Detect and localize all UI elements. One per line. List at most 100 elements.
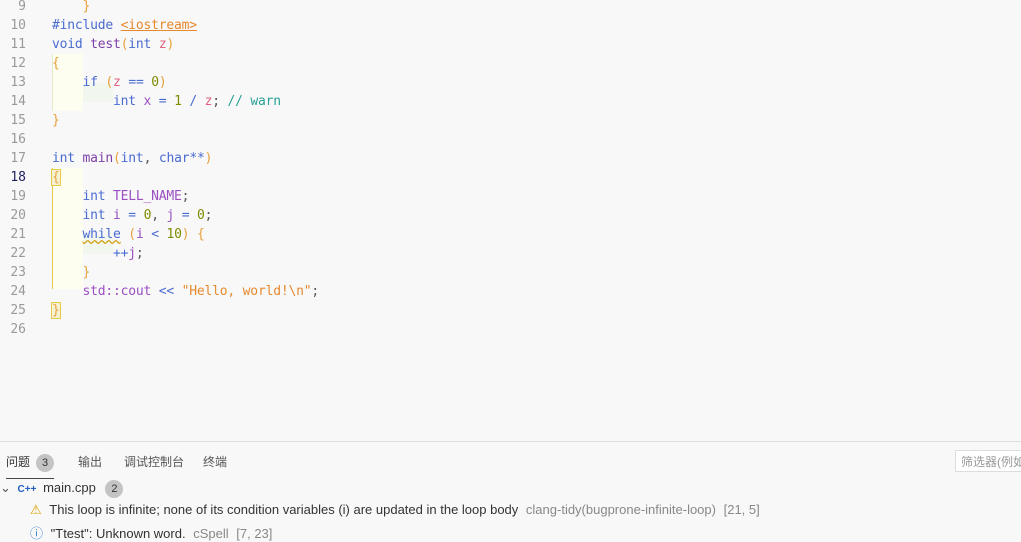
file-problem-count: 2 — [105, 480, 124, 498]
problem-item[interactable]: ⚠ This loop is infinite; none of its con… — [30, 502, 760, 518]
code-token: // warn — [227, 94, 282, 109]
tab-label: 问题 — [6, 455, 31, 469]
code-text: { — [51, 168, 61, 187]
code-token: } — [82, 0, 91, 14]
line-number: 22 — [10, 246, 26, 261]
code-token: } — [82, 265, 91, 280]
code-token: == — [120, 75, 152, 90]
code-token: int — [82, 208, 114, 223]
code-text: while (i < 10) { — [52, 225, 205, 244]
code-token: } — [51, 302, 61, 319]
line-number: 23 — [10, 265, 26, 280]
code-token: 1 — [174, 94, 182, 109]
code-token: 10 — [166, 227, 182, 242]
code-token: i — [135, 227, 144, 242]
code-token: #include — [52, 18, 121, 33]
file-name: main.cpp — [43, 480, 96, 495]
code-token: , — [143, 151, 159, 166]
problem-item[interactable]: ⓘ "Ttest": Unknown word. cSpell [7, 23] — [30, 523, 272, 542]
code-text: if (z == 0) — [52, 73, 167, 92]
line-number: 10 — [10, 18, 26, 33]
tab-problems[interactable]: 问题 3 — [6, 453, 55, 479]
line-number: 16 — [10, 132, 26, 147]
tab-output[interactable]: 输出 — [78, 453, 102, 470]
code-token: << — [151, 284, 182, 299]
tab-debug-console[interactable]: 调试控制台 — [124, 453, 184, 470]
code-token: z — [113, 75, 121, 90]
line-number: 17 — [10, 151, 26, 166]
problem-message: "Ttest": Unknown word. — [50, 526, 186, 541]
code-token: ( — [113, 151, 121, 166]
info-icon: ⓘ — [30, 526, 44, 541]
line-number: 21 — [10, 227, 26, 242]
code-token: i — [113, 208, 121, 223]
code-token: while — [82, 227, 121, 242]
code-token: = — [120, 208, 144, 223]
problem-message: This loop is infinite; none of its condi… — [49, 502, 519, 517]
code-token: std::cout — [82, 284, 152, 299]
code-text: int main(int, char**) — [52, 149, 212, 168]
code-token: = — [174, 208, 197, 223]
code-editor[interactable]: 9 } 10 #include <iostream> 11 void test(int … — [0, 0, 1021, 441]
code-text: } — [52, 263, 91, 282]
line-number: 20 — [10, 208, 26, 223]
bottom-panel: 问题 3 输出 调试控制台 终端 筛选器(例如 ⌄ C++ main.cpp 2 … — [0, 441, 1021, 541]
code-token: int — [52, 151, 83, 166]
code-token: } — [52, 113, 60, 128]
code-token: main — [82, 151, 114, 166]
code-text: { — [52, 54, 60, 73]
code-token: test — [90, 37, 121, 52]
code-token: ; — [212, 94, 228, 109]
code-token: j — [166, 208, 175, 223]
code-token: 0 — [197, 208, 205, 223]
code-text: ++j; — [52, 244, 144, 263]
filter-input[interactable]: 筛选器(例如 — [955, 450, 1021, 472]
line-number: 25 — [10, 303, 26, 318]
code-token: char — [158, 151, 190, 166]
code-token: int — [82, 189, 114, 204]
code-token: TELL_NAME — [113, 189, 182, 204]
code-token: j — [128, 246, 136, 261]
code-token: "Hello, world!\n" — [181, 284, 312, 299]
line-number: 9 — [18, 0, 26, 14]
line-number: 13 — [10, 75, 26, 90]
code-token: if — [82, 75, 106, 90]
code-token: / — [181, 94, 205, 109]
code-token: ) — [204, 151, 213, 166]
code-text: } — [52, 111, 60, 130]
file-group-row[interactable]: ⌄ C++ main.cpp 2 — [0, 480, 124, 498]
code-token: int — [120, 151, 144, 166]
code-token: < — [143, 227, 167, 242]
code-text: #include <iostream> — [52, 16, 197, 35]
code-token: ; — [135, 246, 144, 261]
code-token: int — [128, 37, 159, 52]
line-number: 12 — [10, 56, 26, 71]
line-number: 24 — [10, 284, 26, 299]
code-token: ** — [189, 151, 205, 166]
code-text: std::cout << "Hello, world!\n"; — [52, 282, 320, 301]
code-token: <iostream> — [120, 18, 197, 33]
code-token: , — [151, 208, 167, 223]
problem-source: cSpell — [193, 526, 229, 541]
tab-terminal[interactable]: 终端 — [203, 453, 227, 470]
problem-position: [21, 5] — [723, 502, 760, 517]
line-number: 18 — [10, 170, 26, 185]
code-token: { — [51, 169, 61, 186]
code-token: void — [52, 37, 91, 52]
code-token: ; — [311, 284, 319, 299]
code-token: ) — [166, 37, 175, 52]
line-number: 11 — [10, 37, 26, 52]
code-text: int x = 1 / z; // warn — [52, 92, 281, 111]
code-text: } — [52, 0, 91, 16]
code-token: ) — [158, 75, 167, 90]
cpp-file-icon: C++ — [17, 484, 37, 495]
code-token: { — [52, 56, 60, 71]
